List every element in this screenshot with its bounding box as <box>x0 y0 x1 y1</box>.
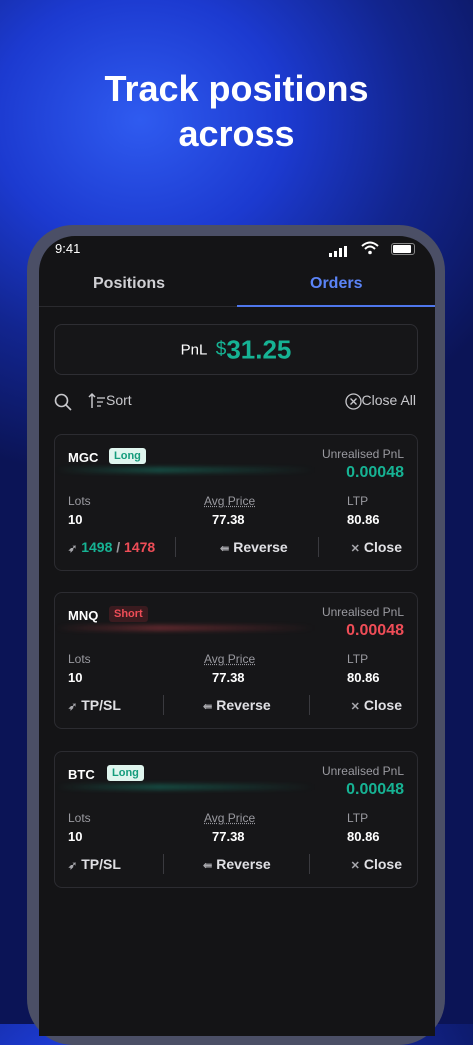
position-glow <box>55 625 315 631</box>
tab-positions[interactable]: Positions <box>93 275 165 293</box>
tpsl-icon: ➶ <box>68 860 77 872</box>
reverse-button[interactable]: ⇚ Reverse <box>203 856 271 872</box>
headline-line-1: Track positions <box>0 66 473 111</box>
unrealised-pnl-label: Unrealised PnL <box>322 605 404 619</box>
avg-price-value: 77.38 <box>212 829 245 844</box>
close-label: Close <box>364 856 402 872</box>
tpsl-icon: ➶ <box>68 701 77 713</box>
signal-icon <box>329 244 349 262</box>
tab-bar: Positions Orders <box>39 268 435 307</box>
lots-label: Lots <box>68 811 91 825</box>
divider <box>163 854 164 874</box>
pnl-currency: $ <box>216 339 227 360</box>
sort-icon <box>88 392 106 410</box>
status-bar: 9:41 <box>39 236 435 264</box>
reverse-icon: ⇚ <box>203 860 212 872</box>
unrealised-pnl-value: 0.00048 <box>346 464 404 482</box>
lots-value: 10 <box>68 670 82 685</box>
tpsl-label: TP/SL <box>81 697 121 713</box>
divider <box>318 537 319 557</box>
close-button[interactable]: ✕ Close <box>351 539 402 555</box>
position-symbol: MNQ <box>68 608 98 623</box>
reverse-label: Reverse <box>233 539 288 555</box>
divider <box>175 537 176 557</box>
position-card-mnq[interactable]: MNQ Short Unrealised PnL 0.00048 Lots Av… <box>54 592 418 729</box>
active-tab-indicator <box>237 305 435 307</box>
positions-toolbar: Sort Close All <box>54 391 416 413</box>
reverse-label: Reverse <box>216 697 271 713</box>
close-circle-icon <box>345 393 362 410</box>
close-label: Close <box>364 539 402 555</box>
tpsl-button[interactable]: ➶ TP/SL <box>68 697 121 713</box>
position-card-mgc[interactable]: MGC Long Unrealised PnL 0.00048 Lots Avg… <box>54 434 418 571</box>
ltp-label: LTP <box>347 652 368 666</box>
divider <box>163 695 164 715</box>
lots-value: 10 <box>68 829 82 844</box>
battery-icon <box>391 243 415 255</box>
ltp-value: 80.86 <box>347 829 380 844</box>
tpsl-icon: ➶ <box>68 543 77 555</box>
close-all-label: Close All <box>362 392 416 408</box>
sort-button[interactable]: Sort <box>88 392 132 410</box>
reverse-icon: ⇚ <box>220 543 229 555</box>
side-badge: Long <box>107 765 144 781</box>
unrealised-pnl-label: Unrealised PnL <box>322 447 404 461</box>
close-label: Close <box>364 697 402 713</box>
status-time: 9:41 <box>55 241 80 256</box>
unrealised-pnl-label: Unrealised PnL <box>322 764 404 778</box>
avg-price-value: 77.38 <box>212 670 245 685</box>
position-glow <box>55 784 315 790</box>
divider <box>309 854 310 874</box>
position-actions: ➶ TP/SL ⇚ Reverse ✕ Close <box>55 852 417 876</box>
close-icon: ✕ <box>351 860 360 872</box>
headline-line-2: across <box>0 111 473 156</box>
lots-label: Lots <box>68 494 91 508</box>
unrealised-pnl-value: 0.00048 <box>346 781 404 799</box>
reverse-label: Reverse <box>216 856 271 872</box>
avg-price-value: 77.38 <box>212 512 245 527</box>
ltp-value: 80.86 <box>347 512 380 527</box>
ltp-label: LTP <box>347 811 368 825</box>
tp-sl-separator: / <box>116 539 120 555</box>
search-icon[interactable] <box>54 393 72 414</box>
position-actions: ➶ 1498 / 1478 ⇚ Reverse ✕ Close <box>55 535 417 559</box>
close-all-button[interactable]: Close All <box>345 392 416 410</box>
pnl-summary: PnL $31.25 <box>54 324 418 375</box>
close-icon: ✕ <box>351 543 360 555</box>
position-card-btc[interactable]: BTC Long Unrealised PnL 0.00048 Lots Avg… <box>54 751 418 888</box>
sort-label: Sort <box>106 392 132 408</box>
avg-price-label: Avg Price <box>204 811 255 825</box>
position-glow <box>55 467 315 473</box>
position-actions: ➶ TP/SL ⇚ Reverse ✕ Close <box>55 693 417 717</box>
lots-label: Lots <box>68 652 91 666</box>
ltp-label: LTP <box>347 494 368 508</box>
pnl-value: 31.25 <box>226 334 291 364</box>
reverse-icon: ⇚ <box>203 701 212 713</box>
ltp-value: 80.86 <box>347 670 380 685</box>
tab-orders[interactable]: Orders <box>310 275 362 293</box>
unrealised-pnl-value: 0.00048 <box>346 622 404 640</box>
app-screen: 9:41 Positions Orders PnL $31.25 Sort Cl… <box>39 236 435 1036</box>
divider <box>309 695 310 715</box>
reverse-button[interactable]: ⇚ Reverse <box>220 539 288 555</box>
position-symbol: BTC <box>68 767 95 782</box>
side-badge: Short <box>109 606 148 622</box>
close-button[interactable]: ✕ Close <box>351 856 402 872</box>
pnl-label: PnL <box>181 341 208 358</box>
take-profit-value: 1498 <box>81 539 112 555</box>
tpsl-button[interactable]: ➶ TP/SL <box>68 856 121 872</box>
headline: Track positions across <box>0 66 473 156</box>
lots-value: 10 <box>68 512 82 527</box>
position-symbol: MGC <box>68 450 98 465</box>
close-button[interactable]: ✕ Close <box>351 697 402 713</box>
reverse-button[interactable]: ⇚ Reverse <box>203 697 271 713</box>
wifi-icon <box>361 241 379 260</box>
side-badge: Long <box>109 448 146 464</box>
avg-price-label: Avg Price <box>204 652 255 666</box>
tpsl-label: TP/SL <box>81 856 121 872</box>
close-icon: ✕ <box>351 701 360 713</box>
avg-price-label: Avg Price <box>204 494 255 508</box>
tpsl-button[interactable]: ➶ 1498 / 1478 <box>68 539 155 555</box>
stop-loss-value: 1478 <box>124 539 155 555</box>
